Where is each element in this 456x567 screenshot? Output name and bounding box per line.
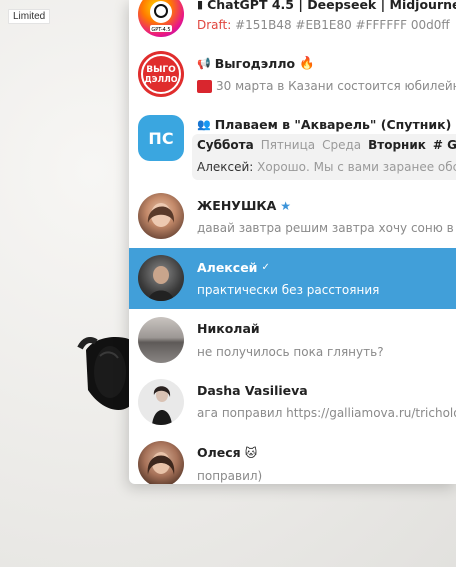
avatar-caption: GPT-4.5 xyxy=(151,27,170,33)
chat-title: ▮ ChatGPT 4.5 | Deepseek | Midjourney xyxy=(197,0,456,12)
topic-tab[interactable]: Среда xyxy=(322,138,361,152)
chatgpt-avatar: GPT-4.5 xyxy=(138,0,184,37)
cat-emoji-icon: 🐱 xyxy=(244,445,258,460)
chat-item-dasha[interactable]: Dasha Vasilieva ага поправил https://gal… xyxy=(129,371,456,433)
topic-last-message: Алексей: Хорошо. Мы с вами заранее обс xyxy=(197,160,456,174)
group-icon: 👥 xyxy=(197,118,211,131)
chat-item-vygodello[interactable]: ВЫГО ДЭЛЛО 📢 Выгодэлло 🔥 30 марта в Каза… xyxy=(129,44,456,106)
dasha-avatar xyxy=(138,379,184,425)
chat-preview: ага поправил https://galliamova.ru/trich… xyxy=(197,406,456,420)
vygodello-avatar: ВЫГО ДЭЛЛО xyxy=(138,51,184,97)
topic-tab[interactable]: # G xyxy=(433,138,456,152)
chat-title: 👥 Плаваем в "Акварель" (Спутник) xyxy=(197,117,452,132)
zhenushka-avatar xyxy=(138,193,184,239)
chat-preview: 30 марта в Казани состоится юбилейн xyxy=(197,79,456,93)
chat-title: Николай xyxy=(197,321,260,336)
chat-preview: давай завтра решим завтра хочу соню в п xyxy=(197,221,456,235)
bot-icon: ▮ xyxy=(197,0,204,11)
fire-icon: 🔥 xyxy=(299,55,315,70)
chat-title: Dasha Vasilieva xyxy=(197,383,308,398)
forum-topics-box: Суббота Пятница Среда Вторник # G Алексе… xyxy=(192,134,456,180)
topic-tabs: Суббота Пятница Среда Вторник # G xyxy=(197,138,456,152)
chat-item-olesya[interactable]: Олеся 🐱 поправил) xyxy=(129,433,456,484)
draft-label: Draft: xyxy=(197,18,232,32)
chat-item-zhenushka[interactable]: ЖЕНУШКА ★ давай завтра решим завтра хочу… xyxy=(129,186,456,248)
chat-title: Алексей ✓ xyxy=(197,260,270,275)
read-check-icon: ✓ xyxy=(261,262,270,273)
chat-title: 📢 Выгодэлло 🔥 xyxy=(197,55,315,71)
chat-preview: практически без расстояния xyxy=(197,283,380,297)
akvarel-avatar: ПС xyxy=(138,115,184,161)
chat-item-nikolay[interactable]: Николай не получилось пока глянуть? xyxy=(129,309,456,371)
topic-tab[interactable]: Пятница xyxy=(261,138,315,152)
preview-thumbnail-icon xyxy=(197,79,212,93)
svg-text:ВЫГО: ВЫГО xyxy=(146,65,176,75)
chat-title: ЖЕНУШКА ★ xyxy=(197,198,292,213)
chat-preview: Draft: #151B48 #EB1E80 #FFFFFF 00d0ff xyxy=(197,18,450,32)
chat-preview: не получилось пока глянуть? xyxy=(197,345,384,359)
olesya-avatar xyxy=(138,441,184,484)
chat-item-chatgpt[interactable]: GPT-4.5 ▮ ChatGPT 4.5 | Deepseek | Midjo… xyxy=(129,0,456,44)
limited-label: Limited xyxy=(8,9,51,24)
topic-tab[interactable]: Суббота xyxy=(197,138,254,152)
nikolay-avatar xyxy=(138,317,184,363)
chat-item-aleksey[interactable]: Алексей ✓ практически без расстояния xyxy=(129,248,456,309)
star-icon: ★ xyxy=(280,198,292,213)
chat-preview: поправил) xyxy=(197,469,263,483)
chat-title: Олеся 🐱 xyxy=(197,445,258,460)
aleksey-avatar xyxy=(138,255,184,301)
topic-tab[interactable]: Вторник xyxy=(368,138,426,152)
megaphone-icon: 📢 xyxy=(197,56,211,70)
svg-text:ДЭЛЛО: ДЭЛЛО xyxy=(144,75,177,84)
chat-list-panel: GPT-4.5 ▮ ChatGPT 4.5 | Deepseek | Midjo… xyxy=(129,0,456,484)
